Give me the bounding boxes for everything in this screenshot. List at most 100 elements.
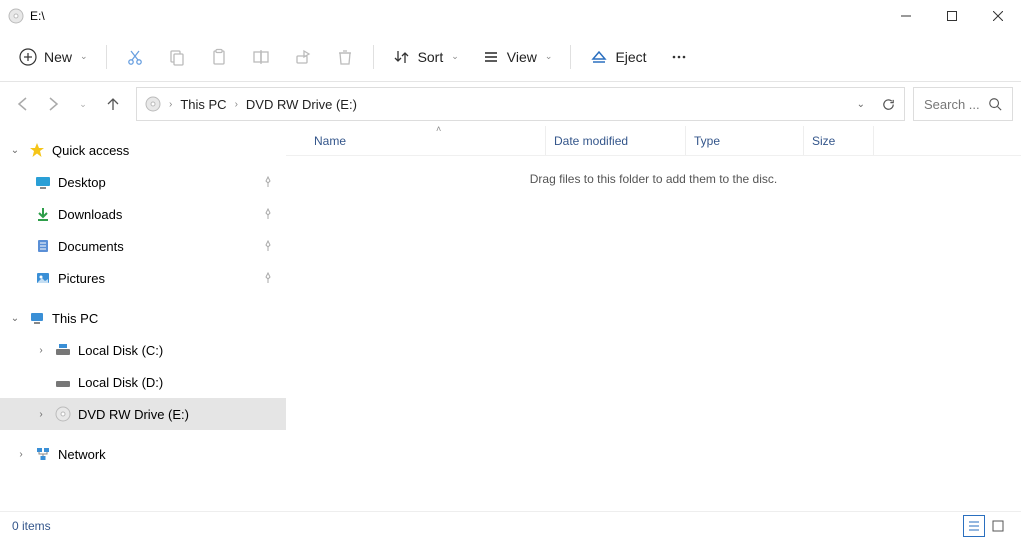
column-type[interactable]: Type <box>686 126 804 155</box>
divider <box>570 45 571 69</box>
paste-icon <box>209 47 229 67</box>
breadcrumb-this-pc[interactable]: This PC › <box>180 97 242 112</box>
sidebar-item-local-c[interactable]: › Local Disk (C:) <box>0 334 286 366</box>
minimize-button[interactable] <box>883 0 929 32</box>
eject-icon <box>589 47 609 67</box>
cut-icon <box>125 47 145 67</box>
documents-label: Documents <box>58 239 124 254</box>
toolbar: New ⌄ Sort ⌄ View ⌄ Eject <box>0 32 1021 82</box>
view-button[interactable]: View ⌄ <box>471 41 563 73</box>
cut-button[interactable] <box>115 41 155 73</box>
column-headers: ˄ Name Date modified Type Size <box>286 126 1021 156</box>
chevron-right-icon[interactable]: › <box>169 99 172 110</box>
chevron-down-icon: ⌄ <box>545 51 553 62</box>
chevron-right-icon[interactable]: › <box>14 449 28 460</box>
up-button[interactable] <box>104 95 122 113</box>
new-button[interactable]: New ⌄ <box>8 41 98 73</box>
status-bar: 0 items <box>0 511 1021 539</box>
refresh-button[interactable] <box>881 97 896 112</box>
more-icon <box>669 47 689 67</box>
sidebar-item-downloads[interactable]: Downloads <box>0 198 286 230</box>
chevron-down-icon[interactable]: ⌄ <box>8 145 22 156</box>
window-title: E:\ <box>30 9 45 23</box>
pin-icon <box>262 176 274 188</box>
disc-icon <box>8 8 24 24</box>
desktop-label: Desktop <box>58 175 106 190</box>
rename-icon <box>251 47 271 67</box>
view-label: View <box>507 49 537 65</box>
network-label: Network <box>58 447 106 462</box>
more-button[interactable] <box>659 41 699 73</box>
share-icon <box>293 47 313 67</box>
pin-icon <box>262 208 274 220</box>
sort-label: Sort <box>418 49 444 65</box>
trash-icon <box>335 47 355 67</box>
divider <box>106 45 107 69</box>
chevron-down-icon: ⌄ <box>451 51 459 62</box>
local-d-label: Local Disk (D:) <box>78 375 163 390</box>
column-name-label: Name <box>314 134 346 148</box>
plus-icon <box>18 47 38 67</box>
disc-icon <box>145 96 161 112</box>
pc-icon <box>28 309 46 327</box>
details-view-button[interactable] <box>963 515 985 537</box>
search-input[interactable]: Search ... <box>913 87 1013 121</box>
column-date-label: Date modified <box>554 134 628 148</box>
sort-button[interactable]: Sort ⌄ <box>382 41 469 73</box>
pin-icon <box>262 240 274 252</box>
sidebar-item-dvd-e[interactable]: › DVD RW Drive (E:) <box>0 398 286 430</box>
copy-button[interactable] <box>157 41 197 73</box>
chevron-right-icon[interactable]: › <box>34 409 48 420</box>
sidebar-item-quick-access[interactable]: ⌄ Quick access <box>0 134 286 166</box>
breadcrumb-root-label: This PC <box>180 97 226 112</box>
share-button[interactable] <box>283 41 323 73</box>
close-button[interactable] <box>975 0 1021 32</box>
column-name[interactable]: Name <box>306 126 546 155</box>
breadcrumb-current-label: DVD RW Drive (E:) <box>246 97 357 112</box>
chevron-right-icon[interactable]: › <box>235 99 238 110</box>
address-bar[interactable]: › This PC › DVD RW Drive (E:) ⌄ <box>136 87 905 121</box>
column-type-label: Type <box>694 134 720 148</box>
address-dropdown[interactable]: ⌄ <box>857 99 865 110</box>
disc-icon <box>54 405 72 423</box>
pin-icon <box>262 272 274 284</box>
content-pane: ˄ Name Date modified Type Size Drag file… <box>286 126 1021 511</box>
empty-folder-message: Drag files to this folder to add them to… <box>286 172 1021 186</box>
sidebar-item-this-pc[interactable]: ⌄ This PC <box>0 302 286 334</box>
paste-button[interactable] <box>199 41 239 73</box>
sidebar-item-network[interactable]: › Network <box>0 438 286 470</box>
column-date[interactable]: Date modified <box>546 126 686 155</box>
sidebar-item-desktop[interactable]: Desktop <box>0 166 286 198</box>
local-c-label: Local Disk (C:) <box>78 343 163 358</box>
chevron-down-icon[interactable]: ⌄ <box>8 313 22 324</box>
column-size[interactable]: Size <box>804 126 874 155</box>
eject-button[interactable]: Eject <box>579 41 656 73</box>
sidebar-item-local-d[interactable]: › Local Disk (D:) <box>0 366 286 398</box>
delete-button[interactable] <box>325 41 365 73</box>
forward-button[interactable] <box>44 95 62 113</box>
sidebar-item-documents[interactable]: Documents <box>0 230 286 262</box>
sidebar-item-pictures[interactable]: Pictures <box>0 262 286 294</box>
sort-icon <box>392 47 412 67</box>
breadcrumb-current[interactable]: DVD RW Drive (E:) <box>246 97 357 112</box>
desktop-icon <box>34 173 52 191</box>
navigation-pane: ⌄ Quick access Desktop Downloads Documen… <box>0 126 286 511</box>
thumbnails-view-button[interactable] <box>987 515 1009 537</box>
dvd-e-label: DVD RW Drive (E:) <box>78 407 189 422</box>
column-size-label: Size <box>812 134 835 148</box>
title-bar: E:\ <box>0 0 1021 32</box>
recent-dropdown[interactable]: ⌄ <box>74 95 92 113</box>
address-bar-row: ⌄ › This PC › DVD RW Drive (E:) ⌄ Search … <box>0 82 1021 126</box>
new-label: New <box>44 49 72 65</box>
search-placeholder: Search ... <box>924 97 980 112</box>
star-icon <box>28 141 46 159</box>
downloads-icon <box>34 205 52 223</box>
sort-indicator-icon: ˄ <box>436 124 441 134</box>
chevron-right-icon[interactable]: › <box>34 345 48 356</box>
back-button[interactable] <box>14 95 32 113</box>
this-pc-label: This PC <box>52 311 98 326</box>
maximize-button[interactable] <box>929 0 975 32</box>
copy-icon <box>167 47 187 67</box>
rename-button[interactable] <box>241 41 281 73</box>
item-count: 0 items <box>12 519 51 533</box>
